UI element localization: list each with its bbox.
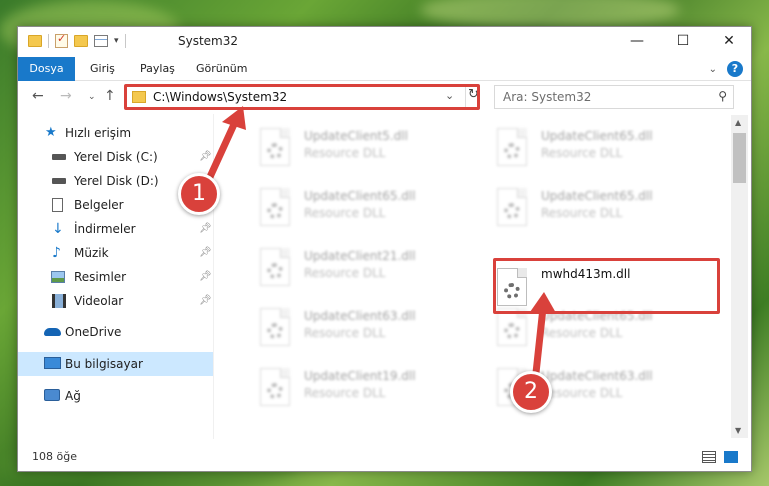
step-badge-2: 2 xyxy=(510,371,552,413)
callout-arrows xyxy=(200,106,556,386)
step-badge-1: 1 xyxy=(178,173,220,215)
callout-arrow-2 xyxy=(530,292,556,386)
